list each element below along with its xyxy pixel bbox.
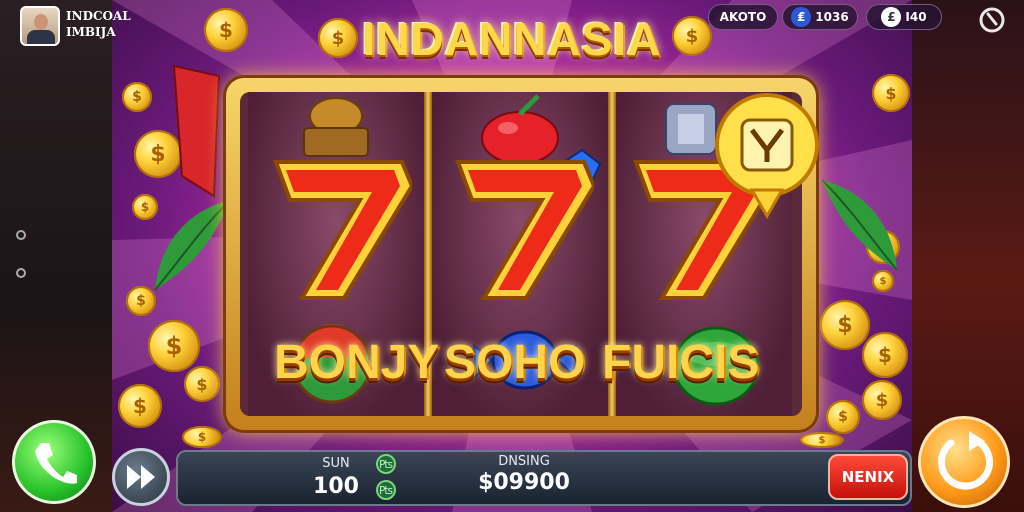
spin-button[interactable] xyxy=(918,416,1010,508)
bet-decrease-icon[interactable]: ₧ xyxy=(376,480,396,500)
red-flag-icon xyxy=(172,64,221,198)
coin-icon: $ xyxy=(800,432,844,448)
red-seven-icon xyxy=(273,160,412,300)
coin-icon: $ xyxy=(820,300,870,350)
wild-badge-icon xyxy=(715,93,819,220)
coin-icon: $ xyxy=(122,82,152,112)
coin-icon: $ xyxy=(182,426,222,448)
bonus-word-1: BONJY xyxy=(274,336,440,389)
coin-icon: $ xyxy=(118,384,162,428)
control-bar: SUN 100 ₧ ₧ DNSING $09900 xyxy=(176,450,912,506)
palm-leaf-icon xyxy=(821,179,898,271)
win-label: DNSING xyxy=(498,454,550,469)
bonus-word-2: SOHO xyxy=(444,336,586,389)
player-name: INDCOAL IMBIJA xyxy=(66,8,131,40)
game-title: INDANNASIA xyxy=(362,13,662,65)
coin-icon: $ xyxy=(826,400,860,434)
bet-label: SUN xyxy=(322,456,350,471)
spin-icon xyxy=(938,431,993,490)
coin-balance-value: 1036 xyxy=(815,10,849,24)
coin-icon: $ xyxy=(184,366,220,402)
gem-balance-value: I40 xyxy=(905,10,927,24)
gem-balance[interactable]: £ I40 xyxy=(866,4,942,30)
menu-button[interactable]: NENIX xyxy=(828,454,908,500)
player-name-line2: IMBIJA xyxy=(66,25,116,39)
phone-icon xyxy=(35,443,77,484)
red-seven-icon xyxy=(455,160,594,300)
currency-icon: ₤ xyxy=(791,7,812,27)
bet-value: 100 xyxy=(313,474,359,499)
coin-icon: $ xyxy=(862,380,902,420)
power-exit-icon[interactable] xyxy=(976,4,1008,36)
fast-forward-button[interactable] xyxy=(112,448,170,506)
bonus-word-3: FUICIS xyxy=(602,336,760,389)
golden-bell-icon xyxy=(303,97,369,157)
pound-icon: £ xyxy=(881,7,902,27)
coin-balance[interactable]: ₤ 1036 xyxy=(782,4,858,30)
call-button[interactable] xyxy=(12,420,96,504)
win-value: $09900 xyxy=(478,470,570,495)
nav-dot-icon[interactable] xyxy=(16,230,26,240)
fast-forward-icon xyxy=(127,465,155,489)
nav-dot-icon[interactable] xyxy=(16,268,26,278)
coin-icon: $ xyxy=(204,8,248,52)
bet-increase-icon[interactable]: ₧ xyxy=(376,454,396,474)
level-badge-label: AKOTO xyxy=(719,10,767,24)
coin-icon: $ xyxy=(872,74,910,112)
player-name-line1: INDCOAL xyxy=(66,9,131,23)
coin-icon: $ xyxy=(148,320,200,372)
player-avatar[interactable] xyxy=(20,6,60,46)
coin-icon: $ xyxy=(862,332,908,378)
